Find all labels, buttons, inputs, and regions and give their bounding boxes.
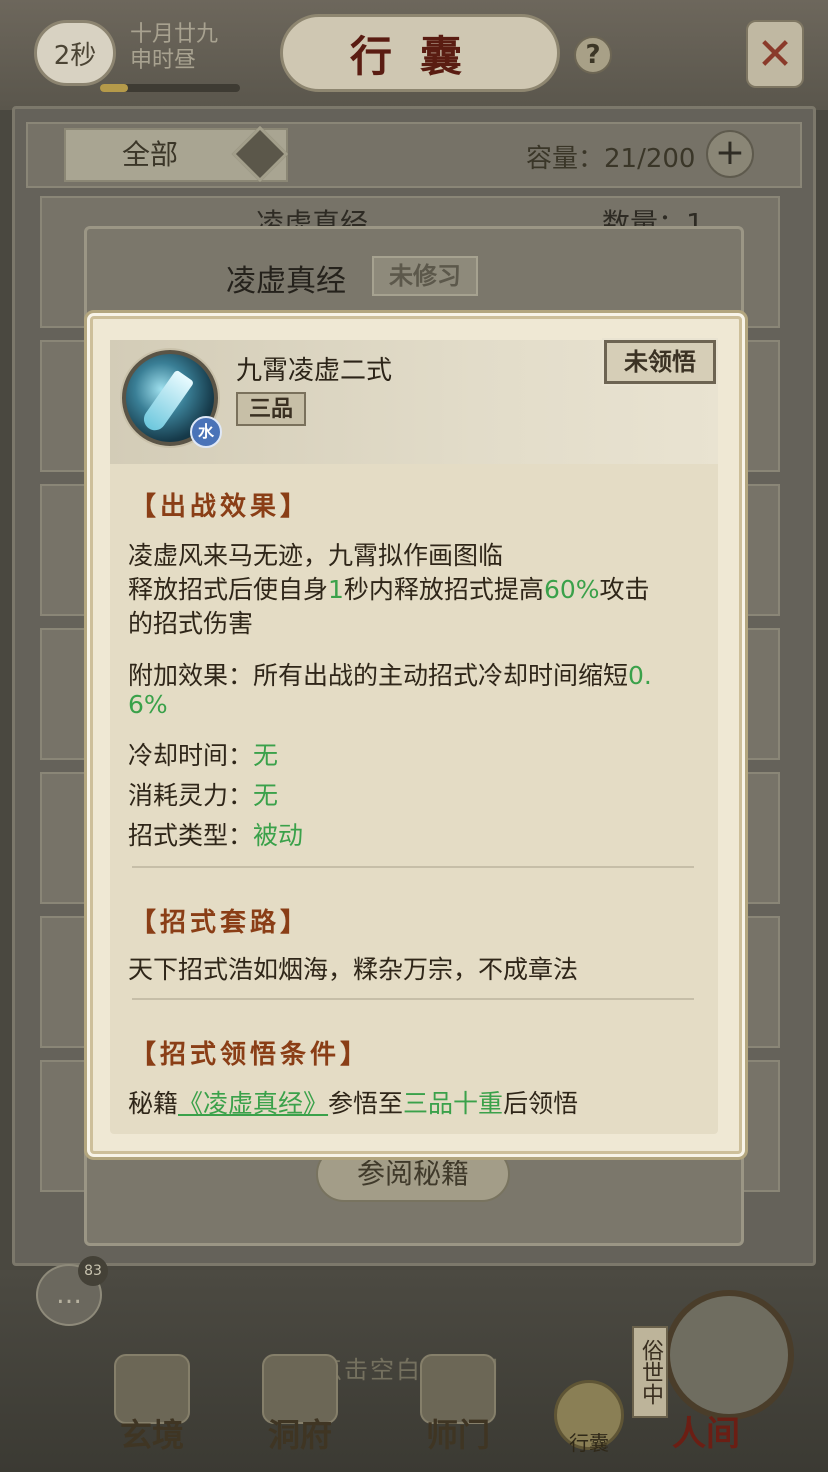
game-date: 十月廿九 申时昼	[130, 22, 218, 74]
blade-icon	[139, 369, 195, 435]
skill-name: 九霄凌虚二式	[236, 356, 393, 386]
nav-label: 洞府	[267, 1416, 332, 1454]
divider	[132, 998, 694, 1000]
comprehend-condition: 秘籍《凌虚真经》参悟至三品十重后领悟	[128, 1089, 579, 1118]
battle-effect-poem: 凌虚风来马无迹，九霄拟作画图临	[128, 541, 504, 570]
close-button[interactable]: ✕	[746, 20, 804, 88]
read-book-button[interactable]: 参阅秘籍	[316, 1146, 510, 1202]
world-status-tag: 俗世中	[632, 1326, 668, 1418]
extra-effect-cont: 6%	[128, 690, 168, 719]
help-button[interactable]: ?	[574, 36, 612, 74]
cooldown-row: 冷却时间：无	[128, 741, 279, 770]
skill-type-row: 招式类型：被动	[128, 821, 304, 850]
expand-capacity-button[interactable]: +	[706, 130, 754, 178]
bag-quick-button[interactable]: 行囊	[554, 1380, 624, 1455]
battle-effect-title: 【出战效果】	[130, 492, 311, 522]
water-element-badge: 水	[190, 416, 222, 448]
time-progress-fill	[100, 84, 128, 92]
nav-shimen[interactable]: 师门	[398, 1340, 518, 1460]
extra-effect: 附加效果：所有出战的主动招式冷却时间缩短0.	[128, 661, 652, 690]
comprehend-condition-title: 【招式领悟条件】	[130, 1040, 371, 1070]
date-time: 申时昼	[130, 48, 197, 73]
book-link[interactable]: 《凌虚真经》	[178, 1089, 328, 1118]
skill-grade-badge: 三品	[236, 392, 306, 426]
capacity-label: 容量：21/200	[526, 144, 696, 174]
world-map-button[interactable]	[664, 1290, 794, 1420]
nav-dongfu[interactable]: 洞府	[240, 1340, 360, 1460]
chat-unread-badge: 83	[78, 1256, 108, 1286]
question-mark-icon: ?	[585, 40, 601, 70]
page-title: 行囊	[280, 14, 560, 92]
nav-label: 玄境	[119, 1416, 184, 1454]
close-x-icon: ✕	[756, 28, 794, 80]
nav-xuanjing[interactable]: 玄境	[92, 1340, 212, 1460]
battle-effect-desc: 释放招式后使自身1秒内释放招式提高60%攻击	[128, 575, 650, 604]
spirit-cost-row: 消耗灵力：无	[128, 781, 279, 810]
date-day: 十月廿九	[130, 22, 219, 47]
combo-title: 【招式套路】	[130, 908, 311, 938]
book-title: 凌虚真经	[226, 264, 346, 299]
combo-text: 天下招式浩如烟海，糅杂万宗，不成章法	[128, 955, 579, 984]
nav-label: 师门	[425, 1416, 490, 1454]
chat-bubble-icon: …	[56, 1280, 82, 1310]
book-status-badge: 未修习	[372, 256, 478, 296]
world-label: 人间	[672, 1414, 740, 1454]
time-progress-bar	[100, 84, 240, 92]
skill-state-badge: 未领悟	[602, 338, 718, 386]
divider	[132, 866, 694, 868]
battle-effect-desc-cont: 的招式伤害	[128, 609, 254, 638]
timer-badge: 2秒	[34, 20, 116, 86]
